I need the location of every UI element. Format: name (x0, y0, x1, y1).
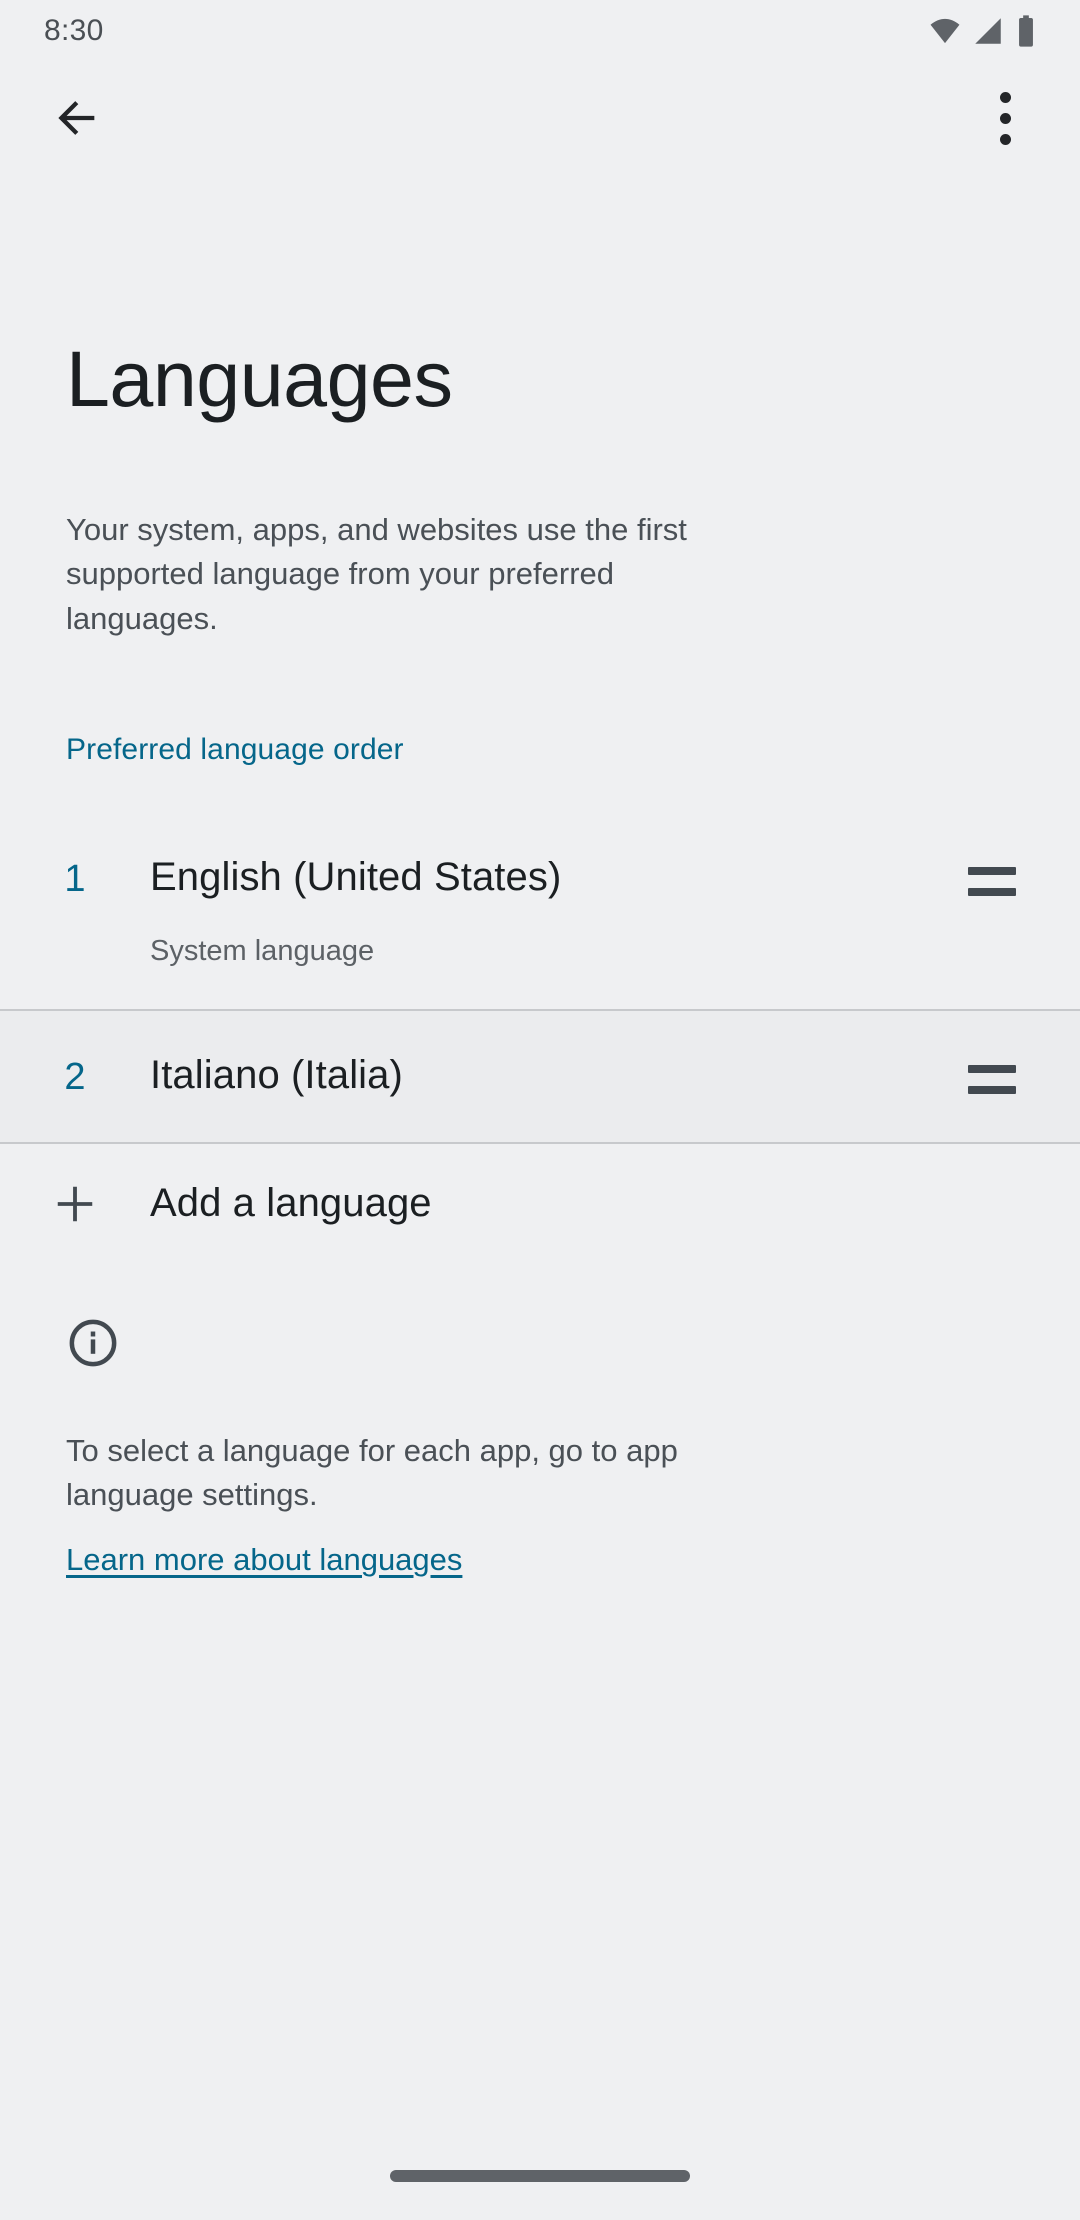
overflow-dot (999, 91, 1011, 103)
learn-more-link[interactable]: Learn more about languages (66, 1540, 462, 1580)
back-button[interactable] (38, 79, 116, 157)
language-subtitle: System language (150, 935, 375, 968)
drag-handle-icon[interactable] (968, 855, 1040, 897)
more-options-button[interactable] (966, 79, 1044, 157)
language-row-english[interactable]: 1 English (United States) System languag… (0, 815, 1080, 1009)
drag-handle-bar (968, 888, 1016, 897)
add-language-label: Add a language (150, 1181, 432, 1226)
home-gesture-pill[interactable] (390, 2170, 690, 2182)
preferred-language-list: 1 English (United States) System languag… (0, 815, 1080, 1144)
section-header-preferred-language-order: Preferred language order (66, 733, 404, 767)
footer-section: To select a language for each app, go to… (0, 1264, 1080, 1581)
drag-handle-bar (968, 1085, 1016, 1094)
drag-handle-icon[interactable] (968, 1053, 1040, 1094)
drag-handle-bar (968, 867, 1016, 876)
app-bar (0, 62, 1080, 174)
wifi-icon (928, 14, 962, 48)
language-rank: 2 (64, 1055, 86, 1098)
overflow-dot (999, 112, 1011, 124)
status-bar-clock: 8:30 (44, 14, 104, 47)
more-options-icon (999, 91, 1011, 145)
status-bar: 8:30 (0, 0, 1080, 62)
plus-icon (0, 1181, 150, 1227)
language-name: Italiano (Italia) (150, 1052, 403, 1097)
language-info: Italiano (Italia) (150, 1053, 968, 1098)
status-bar-icons (928, 14, 1038, 48)
info-circle-icon (66, 1316, 1032, 1375)
footer-description: To select a language for each app, go to… (66, 1432, 678, 1513)
language-name: English (United States) (150, 855, 562, 900)
navigation-bar (0, 2132, 1080, 2220)
language-rank: 1 (64, 858, 86, 901)
cellular-signal-icon (971, 14, 1005, 48)
page-title: Languages (66, 333, 453, 423)
page-description: Your system, apps, and websites use the … (66, 511, 687, 636)
battery-icon (1014, 14, 1038, 48)
language-row-italiano[interactable]: 2 Italiano (Italia) (0, 1008, 1080, 1144)
language-info: English (United States) System language (150, 855, 968, 969)
title-block: Languages Your system, apps, and website… (0, 174, 1080, 641)
overflow-dot (999, 133, 1011, 145)
back-arrow-icon (51, 92, 103, 144)
drag-handle-bar (968, 1064, 1016, 1073)
add-language-button[interactable]: Add a language (0, 1144, 1080, 1264)
